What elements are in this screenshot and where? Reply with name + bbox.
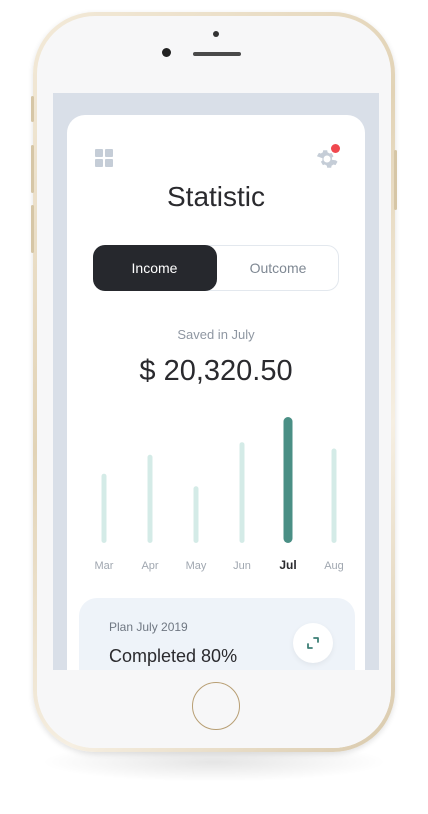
plan-card[interactable]: Plan July 2019 Completed 80% <box>79 598 355 670</box>
bar-mar[interactable] <box>101 473 107 543</box>
tab-income[interactable]: Income <box>92 244 217 291</box>
bar-aug[interactable] <box>331 448 337 544</box>
bar-jun[interactable] <box>239 442 245 543</box>
month-label-jun: Jun <box>233 560 251 572</box>
bar-apr[interactable] <box>147 454 153 543</box>
home-button[interactable] <box>192 682 240 730</box>
phone-screen: Statistic Income Outcome Saved in July $… <box>53 93 379 670</box>
power-button <box>394 150 397 210</box>
proximity-sensor <box>213 31 219 37</box>
earpiece-speaker <box>193 52 241 56</box>
notification-dot <box>331 144 340 153</box>
saved-caption: Saved in July <box>177 327 255 342</box>
monthly-bar-chart: Mar Apr May Jun Jul Aug <box>95 417 344 572</box>
bar-may[interactable] <box>193 486 199 543</box>
plan-label: Plan July 2019 <box>109 620 188 634</box>
bar-jul[interactable] <box>283 417 293 543</box>
expand-button[interactable] <box>293 623 333 663</box>
saved-amount: $ 20,320.50 <box>139 355 293 387</box>
income-outcome-toggle: Income Outcome <box>92 244 339 291</box>
month-label-mar: Mar <box>95 560 114 572</box>
volume-down-button <box>31 205 34 253</box>
month-label-aug: Aug <box>324 560 344 572</box>
statistic-card: Statistic Income Outcome Saved in July $… <box>67 115 365 670</box>
tab-outcome[interactable]: Outcome <box>217 245 339 291</box>
plan-status: Completed 80% <box>109 646 238 666</box>
expand-icon <box>307 637 319 649</box>
volume-up-button <box>31 145 34 193</box>
grid-icon[interactable] <box>95 149 113 167</box>
month-label-may: May <box>186 560 207 572</box>
mute-switch <box>31 96 34 122</box>
page-title: Statistic <box>166 181 266 212</box>
front-camera <box>162 48 171 57</box>
month-label-apr: Apr <box>141 560 158 572</box>
month-label-jul: Jul <box>279 558 296 572</box>
